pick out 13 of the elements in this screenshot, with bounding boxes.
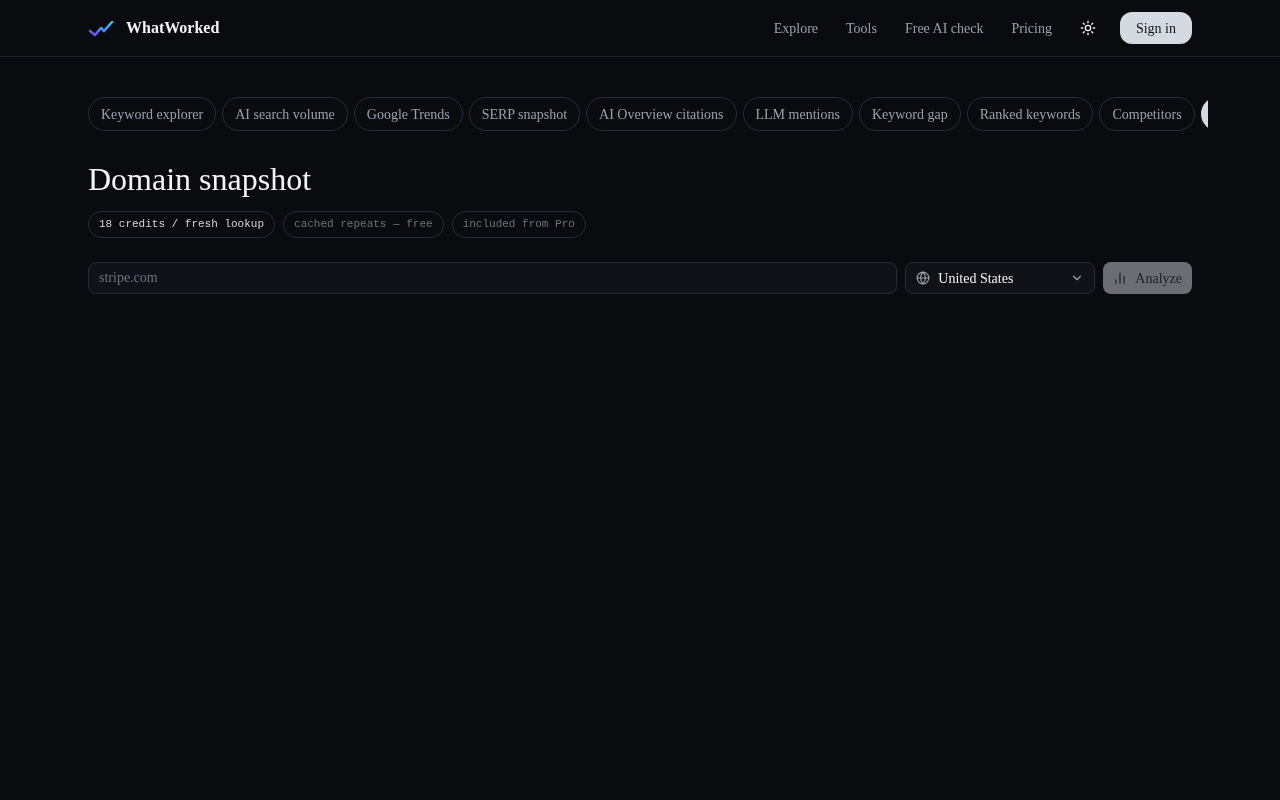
page-title: Domain snapshot bbox=[88, 160, 313, 199]
domain-input-field[interactable]: stripe.com bbox=[88, 262, 898, 294]
nav-link[interactable]: Pricing bbox=[1011, 17, 1052, 39]
brand-name[interactable]: WhatWorked bbox=[126, 16, 220, 40]
theme-toggle-icon[interactable] bbox=[1079, 20, 1096, 36]
country-select[interactable]: United States bbox=[905, 262, 1096, 294]
nav-link[interactable]: Explore bbox=[773, 17, 818, 39]
sign-in-button[interactable]: Sign in bbox=[1119, 12, 1192, 44]
bar-chart-icon bbox=[1113, 271, 1128, 285]
globe-icon bbox=[916, 271, 931, 285]
logo-icon bbox=[88, 19, 114, 37]
nav-link[interactable]: Free AI check bbox=[904, 17, 984, 39]
nav-link[interactable]: Tools bbox=[846, 17, 877, 39]
